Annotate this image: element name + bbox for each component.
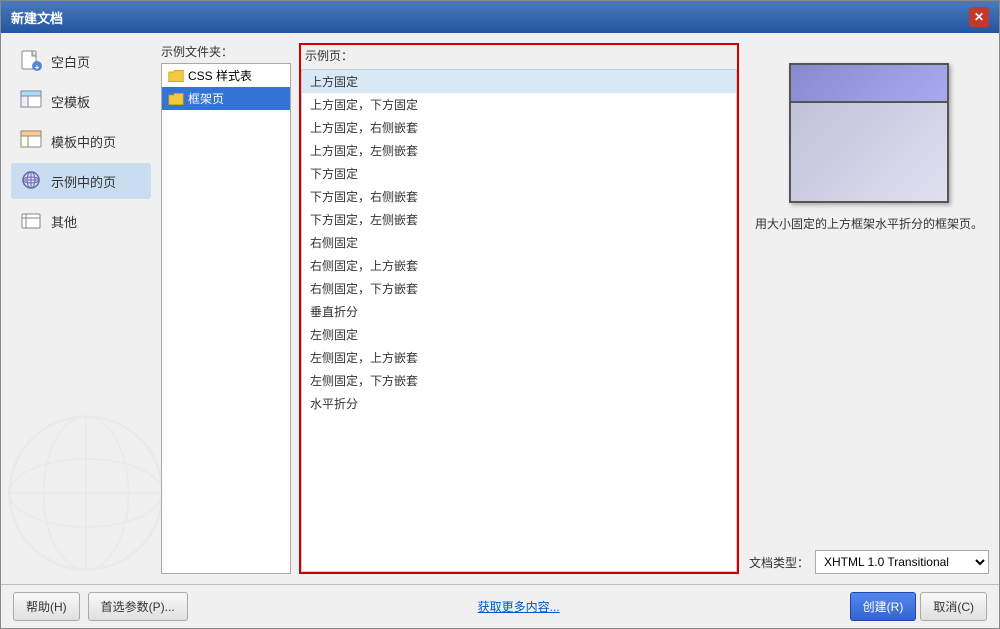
folder-css-icon bbox=[168, 69, 184, 83]
sample-page-icon bbox=[19, 169, 43, 193]
folder-item-css[interactable]: CSS 样式表 bbox=[162, 64, 290, 87]
folder-frame-label: 框架页 bbox=[188, 90, 224, 107]
page-item[interactable]: 下方固定，右侧嵌套 bbox=[302, 185, 736, 208]
nav-other[interactable]: 其他 bbox=[11, 203, 151, 239]
titlebar: 新建文档 ✕ bbox=[1, 1, 999, 33]
page-item[interactable]: 左侧固定 bbox=[302, 323, 736, 346]
page-item[interactable]: 上方固定，下方固定 bbox=[302, 93, 736, 116]
get-more-link[interactable]: 获取更多内容... bbox=[478, 598, 560, 615]
page-item[interactable]: 下方固定，左侧嵌套 bbox=[302, 208, 736, 231]
create-button[interactable]: 创建(R) bbox=[850, 592, 917, 621]
nav-blank-page-label: 空白页 bbox=[51, 52, 90, 71]
dialog-title: 新建文档 bbox=[11, 8, 63, 27]
pages-section: 示例页： 上方固定上方固定，下方固定上方固定，右侧嵌套上方固定，左侧嵌套下方固定… bbox=[299, 43, 739, 574]
doc-type-row: 文档类型： XHTML 1.0 TransitionalXHTML 1.0 St… bbox=[749, 542, 989, 574]
nav-template-page[interactable]: 模板中的页 bbox=[11, 123, 151, 159]
page-item[interactable]: 上方固定，右侧嵌套 bbox=[302, 116, 736, 139]
nav-blank-template-label: 空模板 bbox=[51, 92, 90, 111]
preview-top-frame bbox=[791, 65, 947, 103]
page-item[interactable]: 左侧固定，下方嵌套 bbox=[302, 369, 736, 392]
preview-box bbox=[789, 63, 949, 203]
bottom-right-buttons: 创建(R) 取消(C) bbox=[850, 592, 987, 621]
page-item[interactable]: 水平折分 bbox=[302, 392, 736, 415]
svg-text:+: + bbox=[35, 63, 40, 72]
nav-sample-page-label: 示例中的页 bbox=[51, 172, 116, 191]
page-item[interactable]: 右侧固定，下方嵌套 bbox=[302, 277, 736, 300]
help-button[interactable]: 帮助(H) bbox=[13, 592, 80, 621]
right-panel: 用大小固定的上方框架水平折分的框架页。 文档类型： XHTML 1.0 Tran… bbox=[749, 43, 989, 574]
page-item[interactable]: 垂直折分 bbox=[302, 300, 736, 323]
cancel-button[interactable]: 取消(C) bbox=[920, 592, 987, 621]
nav-template-page-label: 模板中的页 bbox=[51, 132, 116, 151]
preview-bottom-frame bbox=[791, 103, 947, 201]
middle-top: 示例文件夹： CSS 样式表 框架页 bbox=[161, 43, 739, 574]
folder-list[interactable]: CSS 样式表 框架页 bbox=[161, 63, 291, 574]
left-nav-panel: + 空白页 空模板 模板中的页 bbox=[11, 43, 151, 574]
folder-frame-icon bbox=[168, 92, 184, 106]
middle-panel: 示例文件夹： CSS 样式表 框架页 bbox=[161, 43, 739, 574]
dialog-content: + 空白页 空模板 模板中的页 bbox=[1, 33, 999, 584]
nav-blank-template[interactable]: 空模板 bbox=[11, 83, 151, 119]
preview-description: 用大小固定的上方框架水平折分的框架页。 bbox=[749, 211, 989, 236]
page-item[interactable]: 上方固定，左侧嵌套 bbox=[302, 139, 736, 162]
pages-list[interactable]: 上方固定上方固定，下方固定上方固定，右侧嵌套上方固定，左侧嵌套下方固定下方固定，… bbox=[301, 69, 737, 572]
close-button[interactable]: ✕ bbox=[969, 7, 989, 27]
other-icon bbox=[19, 209, 43, 233]
new-document-dialog: 新建文档 ✕ + 空白页 bbox=[0, 0, 1000, 629]
nav-other-label: 其他 bbox=[51, 212, 77, 231]
doc-type-label: 文档类型： bbox=[749, 554, 809, 571]
blank-page-icon: + bbox=[19, 49, 43, 73]
page-item[interactable]: 右侧固定，上方嵌套 bbox=[302, 254, 736, 277]
nav-blank-page[interactable]: + 空白页 bbox=[11, 43, 151, 79]
blank-template-icon bbox=[19, 89, 43, 113]
nav-sample-page[interactable]: 示例中的页 bbox=[11, 163, 151, 199]
doc-type-select[interactable]: XHTML 1.0 TransitionalXHTML 1.0 StrictHT… bbox=[815, 550, 989, 574]
template-page-icon bbox=[19, 129, 43, 153]
folder-css-label: CSS 样式表 bbox=[188, 67, 252, 84]
folder-item-frame[interactable]: 框架页 bbox=[162, 87, 290, 110]
page-item[interactable]: 上方固定 bbox=[302, 70, 736, 93]
pages-section-label: 示例页： bbox=[301, 45, 737, 66]
page-item[interactable]: 右侧固定 bbox=[302, 231, 736, 254]
bottombar: 帮助(H) 首选参数(P)... 获取更多内容... 创建(R) 取消(C) bbox=[1, 584, 999, 628]
page-item[interactable]: 下方固定 bbox=[302, 162, 736, 185]
folder-section: 示例文件夹： CSS 样式表 框架页 bbox=[161, 43, 291, 574]
page-item[interactable]: 左侧固定，上方嵌套 bbox=[302, 346, 736, 369]
prefs-button[interactable]: 首选参数(P)... bbox=[88, 592, 188, 621]
folder-section-label: 示例文件夹： bbox=[161, 43, 291, 60]
